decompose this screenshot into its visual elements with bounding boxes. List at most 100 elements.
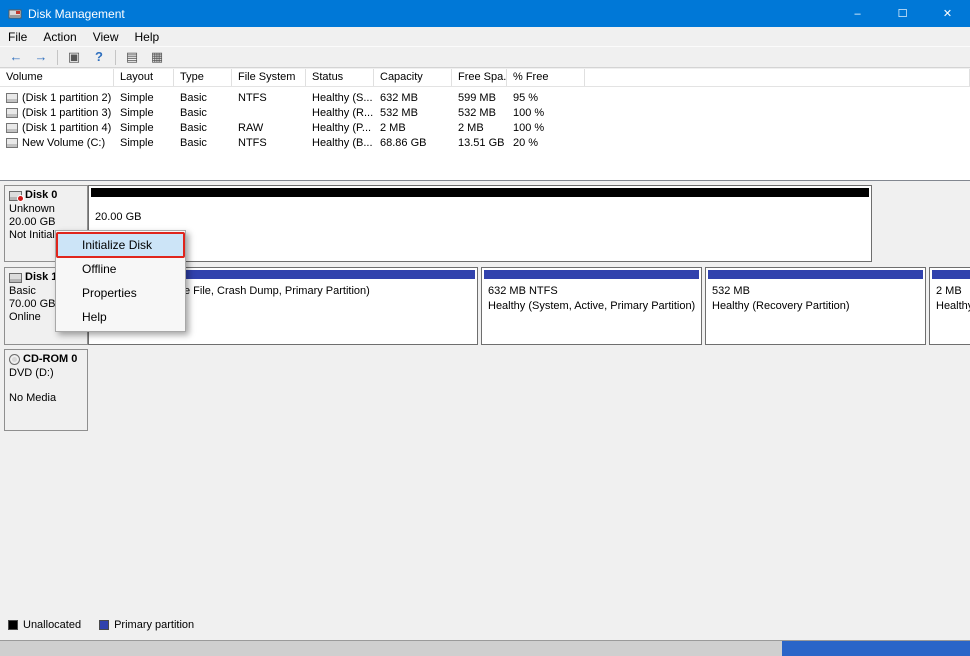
volume-row-disk1-partition3[interactable]: (Disk 1 partition 3) Simple Basic Health… <box>0 105 970 120</box>
partition3-size: 532 MB <box>706 284 925 299</box>
console-tree-icon[interactable]: ▣ <box>65 48 83 66</box>
disk0-name-row: Disk 0 <box>9 189 83 202</box>
disk1-name: Disk 1 <box>25 271 57 284</box>
disk1-partition3-region[interactable]: 532 MB Healthy (Recovery Partition) <box>705 267 926 345</box>
legend-bar: Unallocated Primary partition <box>0 612 970 638</box>
layout-cell: Simple <box>114 107 174 119</box>
type-cell: Basic <box>174 107 232 119</box>
cdrom-drive-letter: DVD (D:) <box>9 367 83 380</box>
cdrom-row: CD-ROM 0 DVD (D:) No Media <box>0 349 970 431</box>
context-menu-item-offline[interactable]: Offline <box>58 257 183 281</box>
minimize-button[interactable]: – <box>835 0 880 27</box>
menu-view[interactable]: View <box>85 27 127 46</box>
volume-icon <box>6 108 18 118</box>
legend-primary-partition: Primary partition <box>99 619 194 631</box>
toolbar-separator <box>57 50 58 65</box>
disk1-partition2-region[interactable]: 632 MB NTFS Healthy (System, Active, Pri… <box>481 267 702 345</box>
pct-free-cell: 100 % <box>507 122 585 134</box>
status-cell: Healthy (S... <box>306 92 374 104</box>
help-icon[interactable]: ? <box>90 48 108 66</box>
cdrom-media-status: No Media <box>9 392 83 405</box>
forward-icon[interactable]: → <box>32 48 50 66</box>
column-header-layout[interactable]: Layout <box>114 69 174 86</box>
capacity-cell: 68.86 GB <box>374 137 452 149</box>
bottom-strip-blue-segment <box>782 641 970 656</box>
free-space-cell: 599 MB <box>452 92 507 104</box>
toolbar-separator <box>115 50 116 65</box>
partition2-size: 632 MB NTFS <box>482 284 701 299</box>
column-header-file-system[interactable]: File System <box>232 69 306 86</box>
volume-table-header: Volume Layout Type File System Status Ca… <box>0 69 970 87</box>
volume-table-body: (Disk 1 partition 2) Simple Basic NTFS H… <box>0 87 970 150</box>
cd-rom-icon <box>9 354 20 365</box>
maximize-button[interactable]: ☐ <box>880 0 925 27</box>
volume-icon <box>6 93 18 103</box>
column-header-capacity[interactable]: Capacity <box>374 69 452 86</box>
pct-free-cell: 20 % <box>507 137 585 149</box>
close-button[interactable]: ✕ <box>925 0 970 27</box>
volume-icon <box>6 123 18 133</box>
context-menu-item-help[interactable]: Help <box>58 305 183 329</box>
context-menu-item-initialize-disk[interactable]: Initialize Disk <box>58 233 183 257</box>
toolbar: ← → ▣ ? ▤ ▦ <box>0 46 970 68</box>
disk0-context-menu: Initialize Disk Offline Properties Help <box>55 230 186 332</box>
context-menu-item-properties[interactable]: Properties <box>58 281 183 305</box>
pct-free-cell: 100 % <box>507 107 585 119</box>
volume-list-pane: Volume Layout Type File System Status Ca… <box>0 69 970 181</box>
partition3-status: Healthy (Recovery Partition) <box>706 299 925 314</box>
free-space-cell: 2 MB <box>452 122 507 134</box>
primary-partition-band <box>932 270 970 279</box>
layout-cell: Simple <box>114 137 174 149</box>
graph-view-icon[interactable]: ▦ <box>148 48 166 66</box>
volume-name: (Disk 1 partition 4) <box>22 122 111 134</box>
details-view-icon[interactable]: ▤ <box>123 48 141 66</box>
cdrom-name-row: CD-ROM 0 <box>9 353 83 366</box>
column-header-pct-free[interactable]: % Free <box>507 69 585 86</box>
volume-row-disk1-partition4[interactable]: (Disk 1 partition 4) Simple Basic RAW He… <box>0 120 970 135</box>
status-cell: Healthy (R... <box>306 107 374 119</box>
file-system-cell: NTFS <box>232 92 306 104</box>
volume-cell: (Disk 1 partition 2) <box>0 92 114 104</box>
type-cell: Basic <box>174 122 232 134</box>
primary-partition-swatch-icon <box>99 620 109 630</box>
menu-file[interactable]: File <box>0 27 35 46</box>
disk-icon <box>9 191 22 201</box>
disk1-partition4-region[interactable]: 2 MB Healthy <box>929 267 970 345</box>
column-header-volume[interactable]: Volume <box>0 69 114 86</box>
back-icon[interactable]: ← <box>7 48 25 66</box>
status-cell: Healthy (B... <box>306 137 374 149</box>
type-cell: Basic <box>174 92 232 104</box>
legend-primary-partition-label: Primary partition <box>114 619 194 631</box>
volume-icon <box>6 138 18 148</box>
titlebar: Disk Management – ☐ ✕ <box>0 0 970 27</box>
column-header-free-space[interactable]: Free Spa... <box>452 69 507 86</box>
menu-action[interactable]: Action <box>35 27 84 46</box>
partition4-size: 2 MB <box>930 284 970 299</box>
volume-row-new-volume-c[interactable]: New Volume (C:) Simple Basic NTFS Health… <box>0 135 970 150</box>
column-header-status[interactable]: Status <box>306 69 374 86</box>
window-controls: – ☐ ✕ <box>835 0 970 27</box>
bottom-strip <box>0 640 970 656</box>
file-system-cell: RAW <box>232 122 306 134</box>
volume-cell: New Volume (C:) <box>0 137 114 149</box>
volume-name: (Disk 1 partition 2) <box>22 92 111 104</box>
disk-error-icon <box>17 195 24 202</box>
volume-name: New Volume (C:) <box>22 137 105 149</box>
disk-icon <box>9 273 22 283</box>
status-cell: Healthy (P... <box>306 122 374 134</box>
partition4-status: Healthy <box>930 299 970 314</box>
free-space-cell: 532 MB <box>452 107 507 119</box>
volume-cell: (Disk 1 partition 3) <box>0 107 114 119</box>
pct-free-cell: 95 % <box>507 92 585 104</box>
capacity-cell: 2 MB <box>374 122 452 134</box>
primary-partition-band <box>708 270 923 279</box>
volume-row-disk1-partition2[interactable]: (Disk 1 partition 2) Simple Basic NTFS H… <box>0 90 970 105</box>
disk0-unallocated-region[interactable]: 20.00 GB <box>88 185 872 262</box>
column-header-filler <box>585 69 970 86</box>
cdrom-panel[interactable]: CD-ROM 0 DVD (D:) No Media <box>4 349 88 431</box>
app-icon <box>8 7 22 21</box>
column-header-type[interactable]: Type <box>174 69 232 86</box>
capacity-cell: 532 MB <box>374 107 452 119</box>
menu-help[interactable]: Help <box>127 27 168 46</box>
disk0-region-size: 20.00 GB <box>89 210 871 225</box>
